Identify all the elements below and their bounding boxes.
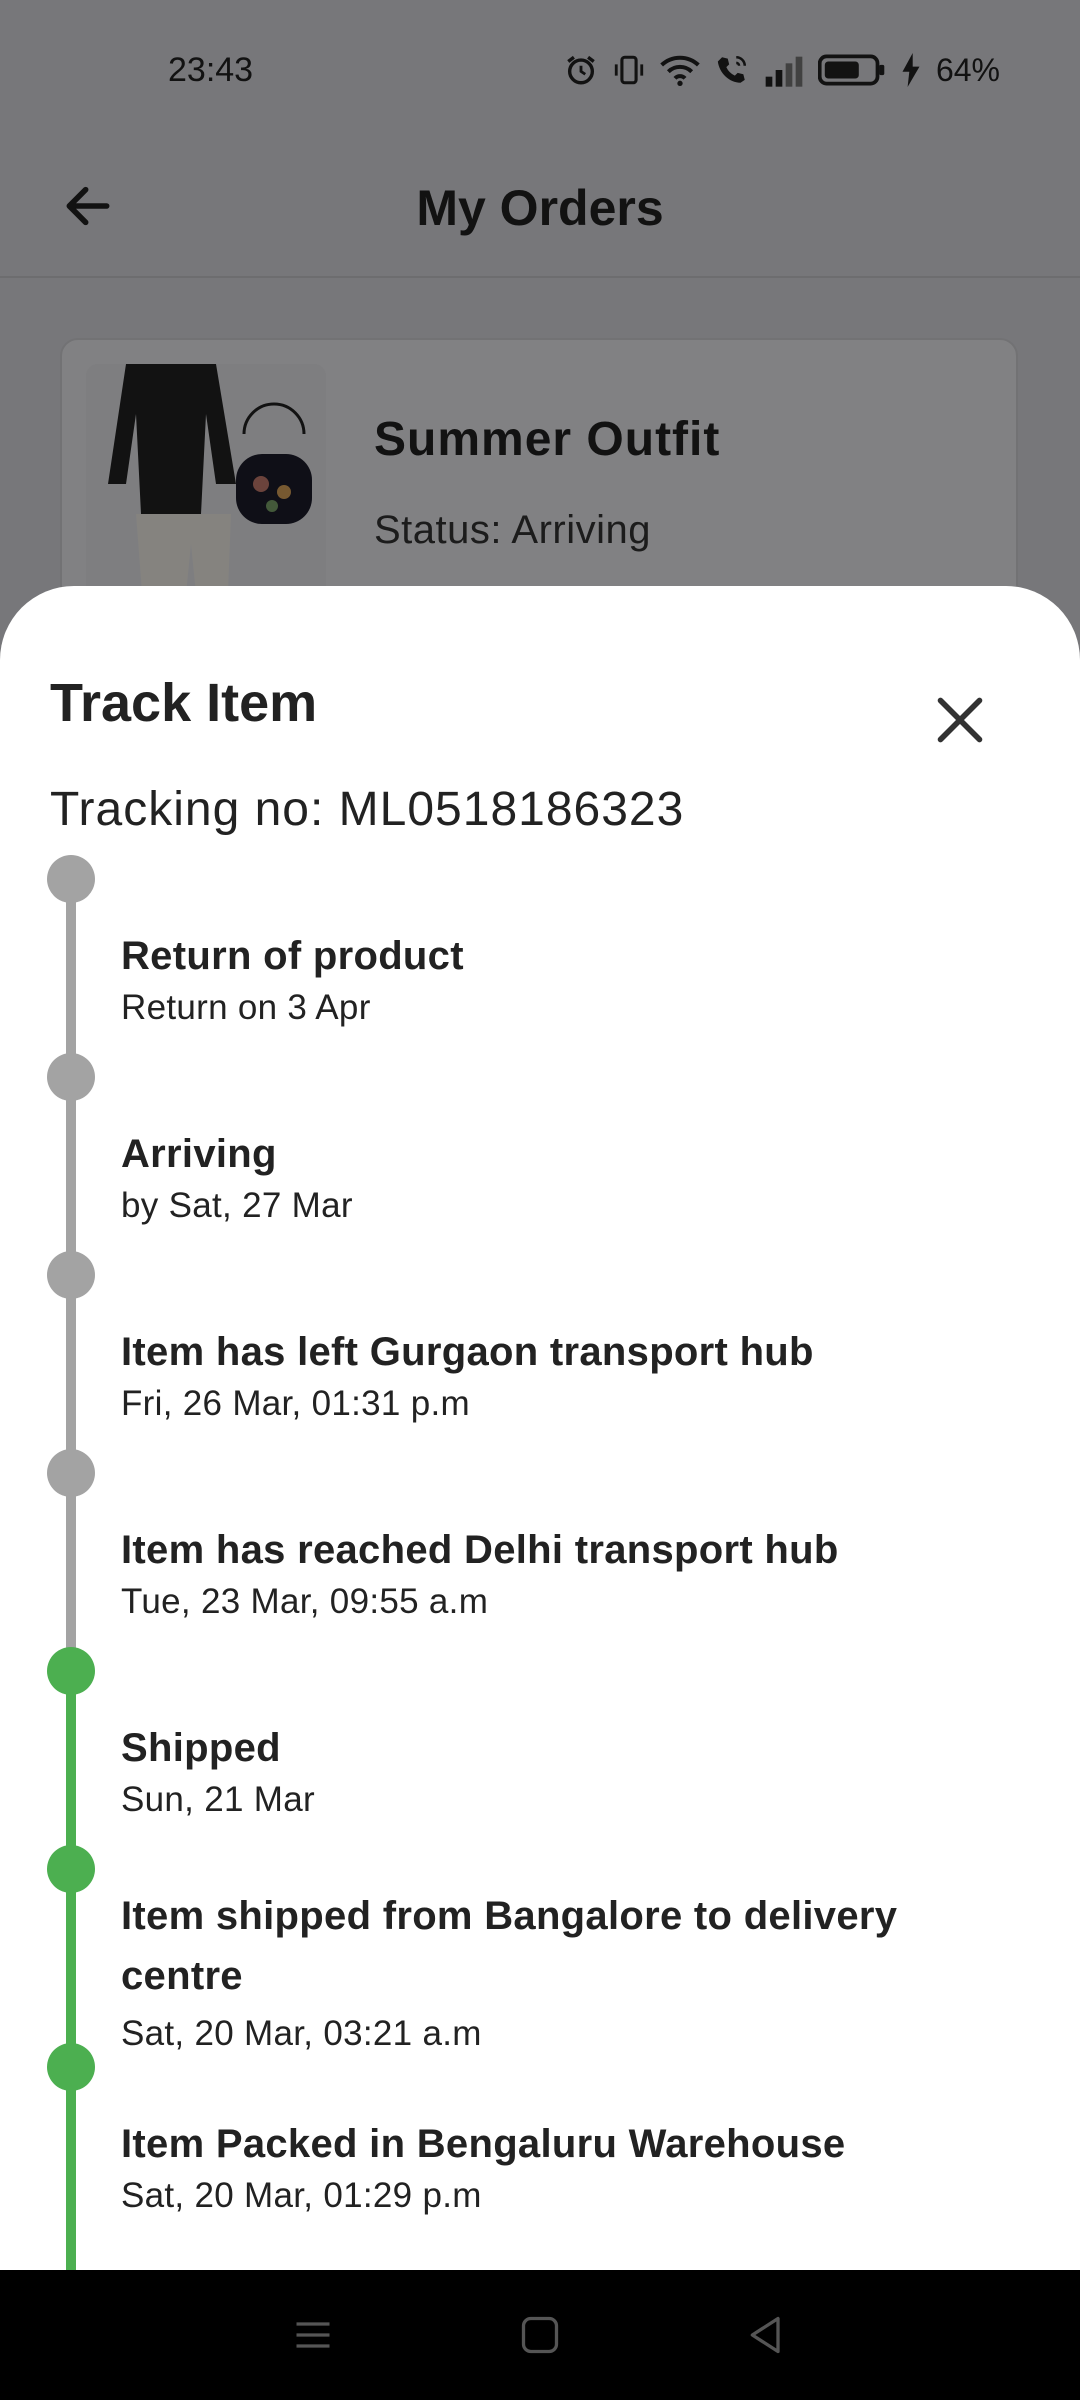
timeline-event-date: by Sat, 27 Mar	[121, 1186, 353, 1225]
timeline-connector	[66, 1077, 76, 1275]
menu-icon	[296, 2322, 330, 2348]
timeline-connector	[66, 2067, 76, 2270]
tracking-timeline: Return of product Return on 3 Apr Arriving…	[0, 586, 1080, 2270]
timeline-event-date: Return on 3 Apr	[121, 988, 371, 1027]
timeline-event-title: Arriving	[121, 1132, 277, 1176]
timeline-connector	[66, 1671, 76, 1869]
system-nav-bar	[0, 2270, 1080, 2400]
timeline-dot	[47, 1251, 95, 1299]
timeline-connector	[66, 1275, 76, 1473]
timeline-event-title: Item Packed in Bengaluru Warehouse	[121, 2122, 846, 2166]
timeline-event-title: Item shipped from Bangalore to delivery …	[121, 1894, 898, 1998]
recents-button[interactable]	[273, 2295, 353, 2375]
timeline-event-date: Tue, 23 Mar, 09:55 a.m	[121, 1582, 489, 1621]
timeline-dot	[47, 2043, 95, 2091]
timeline-dot	[47, 1647, 95, 1695]
timeline-event-date: Sun, 21 Mar	[121, 1780, 315, 1819]
timeline-connector	[66, 1869, 76, 2067]
timeline-event-title: Item has reached Delhi transport hub	[121, 1528, 839, 1572]
timeline-dot	[47, 1845, 95, 1893]
timeline-event-date: Fri, 26 Mar, 01:31 p.m	[121, 1384, 470, 1423]
timeline-dot	[47, 1449, 95, 1497]
timeline-dot	[47, 855, 95, 903]
timeline-event-date: Sat, 20 Mar, 01:29 p.m	[121, 2176, 482, 2215]
track-item-sheet: Track Item Tracking no: ML0518186323 Ret…	[0, 586, 1080, 2270]
home-square-icon	[521, 2316, 559, 2354]
timeline-event-date: Sat, 20 Mar, 03:21 a.m	[121, 2014, 482, 2053]
back-nav-button[interactable]	[727, 2295, 807, 2375]
home-button[interactable]	[500, 2295, 580, 2375]
timeline-event-title: Item has left Gurgaon transport hub	[121, 1330, 814, 1374]
timeline-dot	[47, 1053, 95, 1101]
timeline-connector	[66, 879, 76, 1077]
back-triangle-icon	[750, 2316, 780, 2354]
timeline-connector	[66, 1473, 76, 1671]
timeline-event-title: Shipped	[121, 1726, 281, 1770]
timeline-event-title: Return of product	[121, 934, 464, 978]
